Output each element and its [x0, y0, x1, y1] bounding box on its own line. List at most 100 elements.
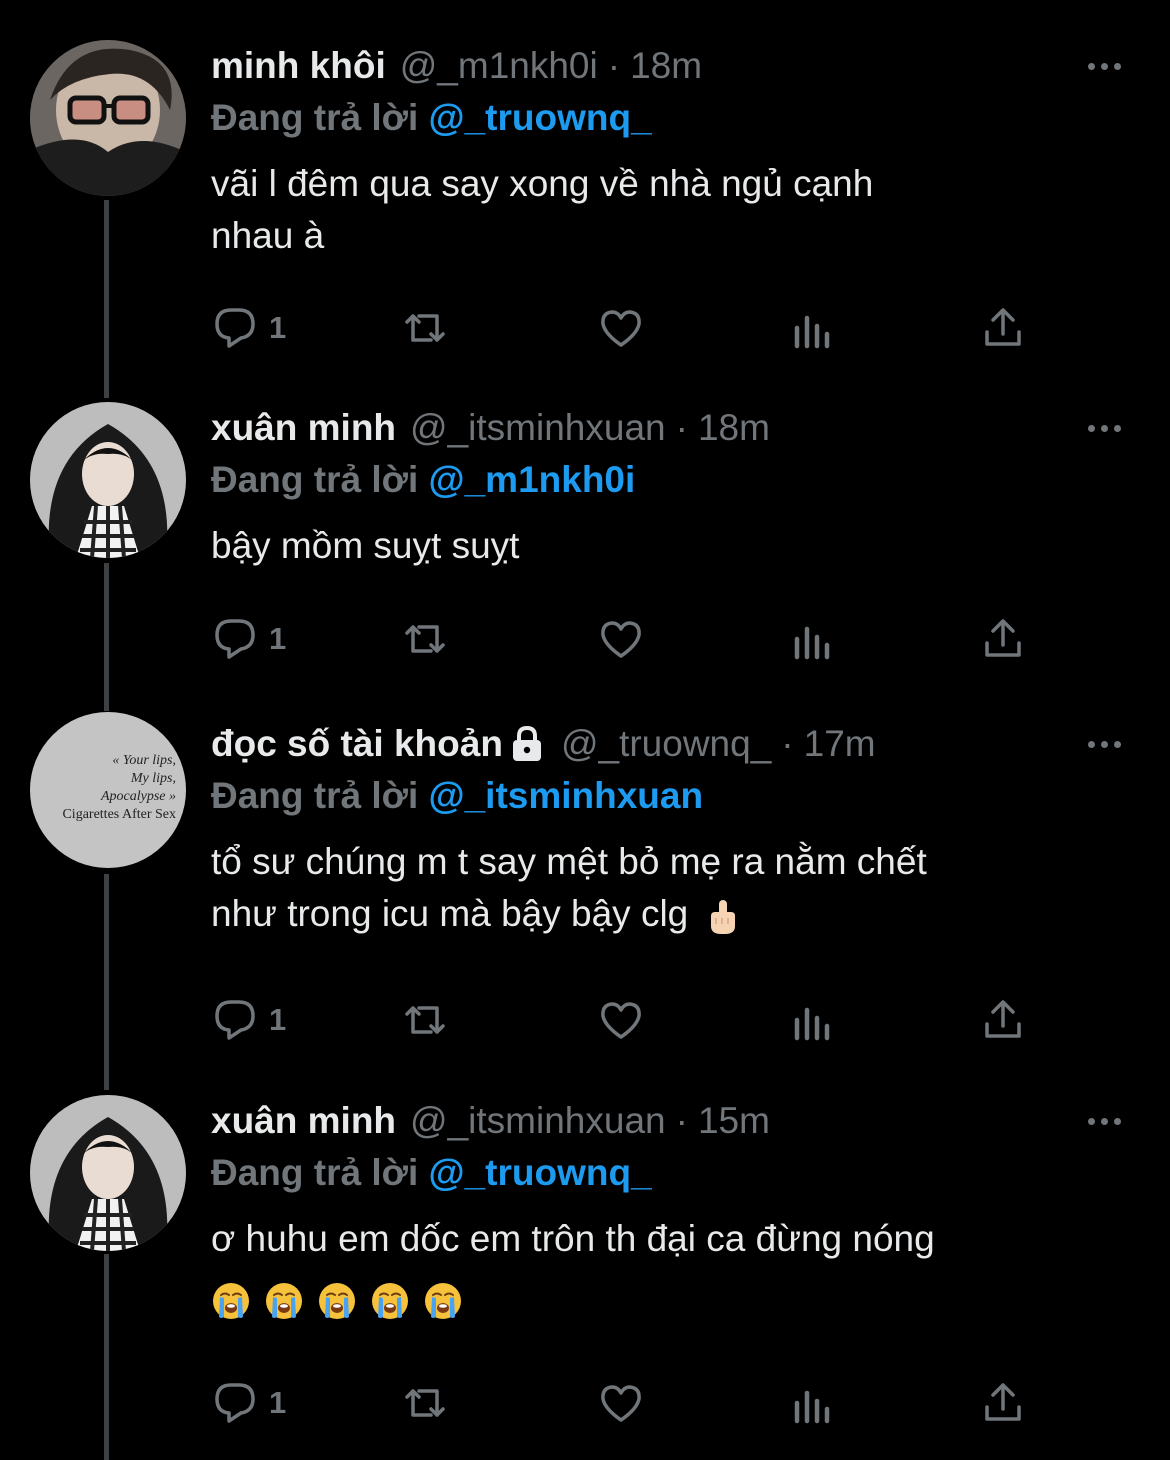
- analytics-icon: [794, 1390, 830, 1424]
- mention-link[interactable]: @_m1nkh0i: [429, 459, 636, 500]
- like-button[interactable]: [597, 1379, 645, 1427]
- user-handle[interactable]: @_itsminhxuan: [410, 1095, 666, 1147]
- avatar-text: « Your lips,: [112, 753, 176, 768]
- display-name[interactable]: minh khôi: [211, 40, 386, 92]
- reply-count: 1: [269, 1385, 287, 1420]
- action-bar: 1: [211, 1377, 1051, 1429]
- reply-button[interactable]: 1: [211, 1379, 286, 1427]
- user-handle[interactable]: @_truownq_: [561, 718, 771, 770]
- mention-link[interactable]: @_itsminhxuan: [429, 775, 704, 816]
- retweet-icon: [405, 625, 445, 653]
- replying-to: Đang trả lời @_m1nkh0i: [211, 454, 1130, 506]
- timestamp[interactable]: 17m: [804, 718, 876, 770]
- user-handle[interactable]: @_m1nkh0i: [400, 40, 598, 92]
- tweet-text: bậy mồm suỵt suỵt: [211, 525, 520, 566]
- share-icon: [985, 1000, 1021, 1038]
- display-name[interactable]: đọc số tài khoản: [211, 718, 503, 770]
- thread-line: [104, 200, 109, 398]
- reply-count: 1: [269, 310, 287, 345]
- reply-icon: [215, 619, 255, 659]
- mention-link[interactable]: @_truownq_: [429, 97, 652, 138]
- heart-icon: [601, 310, 641, 347]
- loudly-crying-emoji: [213, 1283, 249, 1320]
- like-button[interactable]: [597, 996, 645, 1044]
- separator: ·: [781, 723, 794, 764]
- reply-prefix: Đang trả lời: [211, 97, 419, 138]
- timestamp[interactable]: 18m: [698, 402, 770, 454]
- more-options-icon[interactable]: [1088, 416, 1130, 440]
- loudly-crying-emoji: [319, 1283, 355, 1320]
- loudly-crying-emoji: [266, 1283, 302, 1320]
- retweet-button[interactable]: [401, 304, 449, 352]
- avatar[interactable]: [30, 1095, 186, 1251]
- reply-icon: [215, 1383, 255, 1423]
- more-options-icon[interactable]: [1088, 1109, 1130, 1133]
- heart-icon: [601, 621, 641, 658]
- more-options-icon[interactable]: [1088, 732, 1130, 756]
- reply-prefix: Đang trả lời: [211, 1152, 419, 1193]
- like-button[interactable]: [597, 304, 645, 352]
- action-bar: 1: [211, 613, 1051, 665]
- thread-line: [104, 874, 109, 1090]
- avatar-text: Apocalypse »: [100, 789, 176, 804]
- retweet-button[interactable]: [401, 996, 449, 1044]
- user-handle[interactable]: @_itsminhxuan: [410, 402, 666, 454]
- separator: ·: [675, 1100, 688, 1141]
- share-button[interactable]: [979, 615, 1027, 663]
- reply-icon: [215, 1000, 255, 1040]
- share-button[interactable]: [979, 996, 1027, 1044]
- avatar-text: My lips,: [130, 771, 176, 786]
- emoji-row: [211, 1273, 1130, 1325]
- share-icon: [985, 619, 1021, 657]
- tweet-header: xuân minh @_itsminhxuan · 15m: [211, 1095, 1130, 1147]
- avatar[interactable]: [30, 402, 186, 558]
- replying-to: Đang trả lời @_itsminhxuan: [211, 770, 1130, 822]
- tweet-header: minh khôi @_m1nkh0i · 18m: [211, 40, 1130, 92]
- tweet-text-content: tổ sư chúng m t say mệt bỏ mẹ ra nằm chế…: [211, 841, 927, 934]
- display-name[interactable]: xuân minh: [211, 1095, 396, 1147]
- retweet-icon: [405, 314, 445, 342]
- display-name[interactable]: xuân minh: [211, 402, 396, 454]
- analytics-button[interactable]: [789, 615, 837, 663]
- avatar[interactable]: [30, 40, 186, 196]
- timestamp[interactable]: 15m: [698, 1095, 770, 1147]
- heart-icon: [601, 1002, 641, 1039]
- mention-link[interactable]: @_truownq_: [429, 1152, 652, 1193]
- thread-line: [104, 563, 109, 711]
- reply-prefix: Đang trả lời: [211, 459, 419, 500]
- middle-finger-emoji: [710, 900, 735, 935]
- reply-prefix: Đang trả lời: [211, 775, 419, 816]
- tweet-text: vãi l đêm qua say xong về nhà ngủ cạnh n…: [211, 163, 874, 256]
- analytics-button[interactable]: [789, 1379, 837, 1427]
- analytics-icon: [794, 315, 830, 349]
- more-options-icon[interactable]: [1088, 54, 1130, 78]
- tweet-header: xuân minh @_itsminhxuan · 18m: [211, 402, 1130, 454]
- analytics-button[interactable]: [789, 304, 837, 352]
- avatar[interactable]: « Your lips, My lips, Apocalypse » Cigar…: [30, 712, 186, 868]
- like-button[interactable]: [597, 615, 645, 663]
- reply-button[interactable]: 1: [211, 615, 286, 663]
- analytics-button[interactable]: [789, 996, 837, 1044]
- tweet-text: ơ huhu em dốc em trôn th đại ca đừng nón…: [211, 1218, 935, 1259]
- reply-count: 1: [269, 1002, 287, 1037]
- heart-icon: [601, 1385, 641, 1422]
- reply-icon: [215, 308, 255, 348]
- reply-button[interactable]: 1: [211, 304, 286, 352]
- retweet-button[interactable]: [401, 615, 449, 663]
- share-icon: [985, 1383, 1021, 1421]
- loudly-crying-emoji: [372, 1283, 408, 1320]
- thread-line: [104, 1254, 109, 1460]
- separator: ·: [607, 45, 621, 86]
- share-button[interactable]: [979, 1379, 1027, 1427]
- timestamp[interactable]: 18m: [630, 40, 702, 92]
- action-bar: 1: [211, 302, 1051, 354]
- reply-button[interactable]: 1: [211, 996, 286, 1044]
- avatar-hoodie-icon: [30, 402, 186, 558]
- lock-icon: [512, 725, 541, 761]
- loudly-crying-emoji: [425, 1283, 461, 1320]
- share-button[interactable]: [979, 304, 1027, 352]
- retweet-icon: [405, 1389, 445, 1417]
- avatar-text: Cigarettes After Sex: [62, 807, 176, 822]
- retweet-icon: [405, 1006, 445, 1034]
- retweet-button[interactable]: [401, 1379, 449, 1427]
